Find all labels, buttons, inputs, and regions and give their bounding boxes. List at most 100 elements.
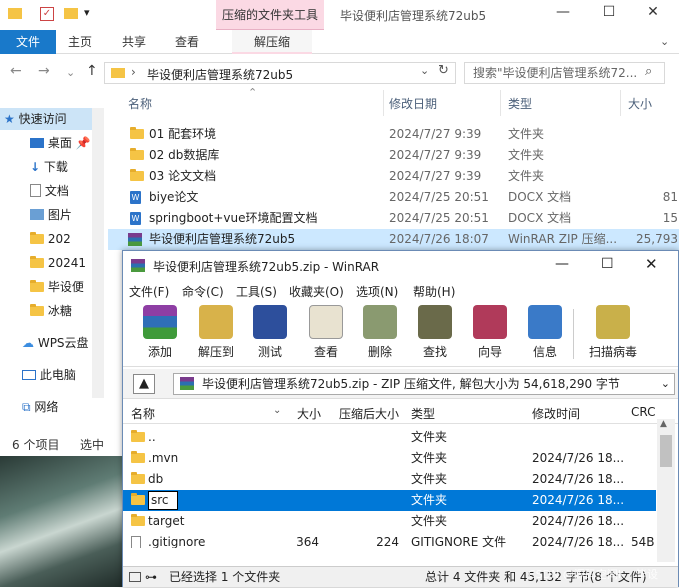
word-document-icon: W — [130, 191, 141, 204]
nav-folder-bishe[interactable]: 毕设便 — [0, 276, 100, 298]
list-item[interactable]: .mvn 文件夹 2024/7/26 18... — [123, 448, 656, 469]
search-input[interactable]: 搜索"毕设便利店管理系统72... — [464, 62, 665, 84]
properties-icon[interactable]: ✓ — [40, 7, 54, 21]
forward-icon[interactable]: → — [38, 63, 50, 79]
add-button[interactable]: 添加 — [137, 305, 183, 363]
nav-label: 图片 — [47, 208, 72, 222]
nav-folder-20241[interactable]: 20241 — [0, 252, 100, 274]
virus-scan-icon — [596, 305, 630, 339]
menu-help[interactable]: 帮助(H) — [413, 283, 455, 300]
info-button[interactable]: 信息 — [522, 305, 568, 363]
file-row[interactable]: W springboot+vue环境配置文档 2024/7/25 20:51 D… — [108, 208, 679, 229]
column-header-name[interactable]: 名称 — [128, 95, 152, 112]
desktop-wallpaper — [0, 456, 122, 587]
menu-commands[interactable]: 命令(C) — [182, 283, 224, 300]
up-folder-icon[interactable]: ▲ — [133, 374, 155, 394]
path-dropdown-icon[interactable]: ⌄ — [661, 374, 670, 394]
menu-favorites[interactable]: 收藏夹(O) — [289, 283, 344, 300]
tab-extract[interactable]: 解压缩 — [232, 30, 312, 54]
minimize-icon[interactable]: — — [555, 256, 569, 272]
column-header-date[interactable]: 修改日期 — [389, 95, 437, 112]
vertical-scrollbar[interactable]: ▲ — [657, 419, 675, 562]
menu-tools[interactable]: 工具(S) — [236, 283, 277, 300]
address-input[interactable]: › 毕设便利店管理系统72ub5 — [104, 62, 456, 84]
list-item[interactable]: target 文件夹 2024/7/26 18... — [123, 511, 656, 532]
nav-folder-202[interactable]: 202 — [0, 228, 100, 250]
nav-network[interactable]: ⧉ 网络 — [0, 396, 100, 418]
nav-scrollbar[interactable] — [92, 108, 104, 398]
column-header-name[interactable]: 名称 — [131, 405, 155, 422]
list-item-selected[interactable]: src 文件夹 2024/7/26 18... — [123, 490, 656, 511]
file-row[interactable]: 01 配套环境 2024/7/27 9:39 文件夹 — [108, 124, 679, 145]
nav-folder-bingtang[interactable]: 冰糖 — [0, 300, 100, 322]
nav-pictures[interactable]: 图片 — [0, 204, 100, 226]
file-row[interactable]: 02 db数据库 2024/7/27 9:39 文件夹 — [108, 145, 679, 166]
tab-view[interactable]: 查看 — [175, 30, 199, 54]
tool-label: 信息 — [532, 345, 557, 359]
refresh-icon[interactable]: ↻ — [438, 63, 449, 78]
column-header-packed[interactable]: 压缩后大小 — [339, 405, 399, 422]
find-icon — [418, 305, 452, 339]
column-header-type[interactable]: 类型 — [508, 95, 532, 112]
menu-options[interactable]: 选项(N) — [356, 283, 398, 300]
file-row[interactable]: 03 论文文档 2024/7/27 9:39 文件夹 — [108, 166, 679, 187]
find-button[interactable]: 查找 — [412, 305, 458, 363]
nav-documents[interactable]: 文档 — [0, 180, 100, 202]
window-title: 毕设便利店管理系统72ub5 — [340, 9, 487, 23]
virus-scan-button[interactable]: 扫描病毒 — [585, 305, 641, 363]
tab-file[interactable]: 文件 — [0, 30, 56, 54]
explorer-statusbar: 6 个项目 选中 1 — [0, 434, 108, 474]
back-icon[interactable]: ← — [10, 63, 22, 79]
item-type: GITIGNORE 文件 — [411, 535, 507, 548]
scrollbar-thumb[interactable] — [660, 435, 672, 467]
extract-to-button[interactable]: 解压到 — [193, 305, 239, 363]
nav-desktop[interactable]: 桌面 📌 — [0, 132, 100, 154]
test-button[interactable]: 测试 — [247, 305, 293, 363]
column-header-modified[interactable]: 修改时间 — [532, 405, 580, 422]
folder-icon — [131, 451, 145, 463]
close-icon[interactable]: ✕ — [645, 255, 658, 273]
up-icon[interactable]: ↑ — [86, 63, 98, 79]
nav-downloads[interactable]: ↓ 下载 — [0, 156, 100, 178]
wizard-button[interactable]: 向导 — [467, 305, 513, 363]
rename-field[interactable]: src — [148, 491, 178, 510]
tab-home[interactable]: 主页 — [68, 30, 92, 54]
list-item[interactable]: .gitignore 364 224 GITIGNORE 文件 2024/7/2… — [123, 532, 656, 548]
file-icon — [131, 536, 141, 548]
new-folder-icon[interactable] — [64, 8, 78, 19]
tab-share[interactable]: 共享 — [122, 30, 146, 54]
maximize-icon[interactable]: ☐ — [594, 4, 624, 24]
sort-descending-icon: ⌄ — [273, 405, 282, 416]
item-date: 2024/7/26 18... — [532, 451, 625, 465]
view-button[interactable]: 查看 — [303, 305, 349, 363]
file-row[interactable]: W biye论文 2024/7/25 20:51 DOCX 文档 81 — [108, 187, 679, 208]
address-dropdown-icon[interactable]: ⌄ — [420, 64, 429, 77]
nav-this-pc[interactable]: 此电脑 — [0, 364, 100, 386]
nav-wps-cloud[interactable]: ☁ WPS云盘 — [0, 332, 100, 354]
search-icon[interactable]: ⌕ — [645, 64, 652, 79]
archive-path-field[interactable]: 毕设便利店管理系统72ub5.zip - ZIP 压缩文件, 解包大小为 54,… — [173, 373, 675, 395]
column-header-size[interactable]: 大小 — [297, 405, 321, 422]
recent-dropdown-icon[interactable]: ⌄ — [66, 66, 75, 79]
tool-label: 扫描病毒 — [588, 345, 637, 359]
scroll-up-icon[interactable]: ▲ — [660, 419, 667, 429]
list-item[interactable]: db 文件夹 2024/7/26 18... — [123, 469, 656, 490]
maximize-icon[interactable]: ☐ — [601, 256, 614, 272]
column-header-type[interactable]: 类型 — [411, 405, 435, 422]
item-type: 文件夹 — [411, 514, 448, 528]
qat-dropdown-icon[interactable]: ▾ — [84, 6, 90, 19]
file-row-selected[interactable]: 毕设便利店管理系统72ub5 2024/7/26 18:07 WinRAR ZI… — [108, 229, 679, 250]
list-item[interactable]: .. 文件夹 — [123, 427, 656, 448]
delete-icon — [363, 305, 397, 339]
column-header-crc[interactable]: CRC — [631, 405, 656, 419]
minimize-icon[interactable]: — — [548, 4, 578, 24]
file-size: 81 — [662, 190, 678, 204]
expand-ribbon-icon[interactable]: ⌄ — [660, 35, 669, 48]
delete-button[interactable]: 删除 — [357, 305, 403, 363]
column-header-size[interactable]: 大小 — [628, 95, 652, 112]
close-icon[interactable]: ✕ — [638, 4, 668, 24]
nav-quick-access[interactable]: ★ 快速访问 — [0, 108, 100, 130]
wizard-icon — [473, 305, 507, 339]
menu-file[interactable]: 文件(F) — [129, 283, 169, 300]
file-name: springboot+vue环境配置文档 — [149, 211, 318, 225]
